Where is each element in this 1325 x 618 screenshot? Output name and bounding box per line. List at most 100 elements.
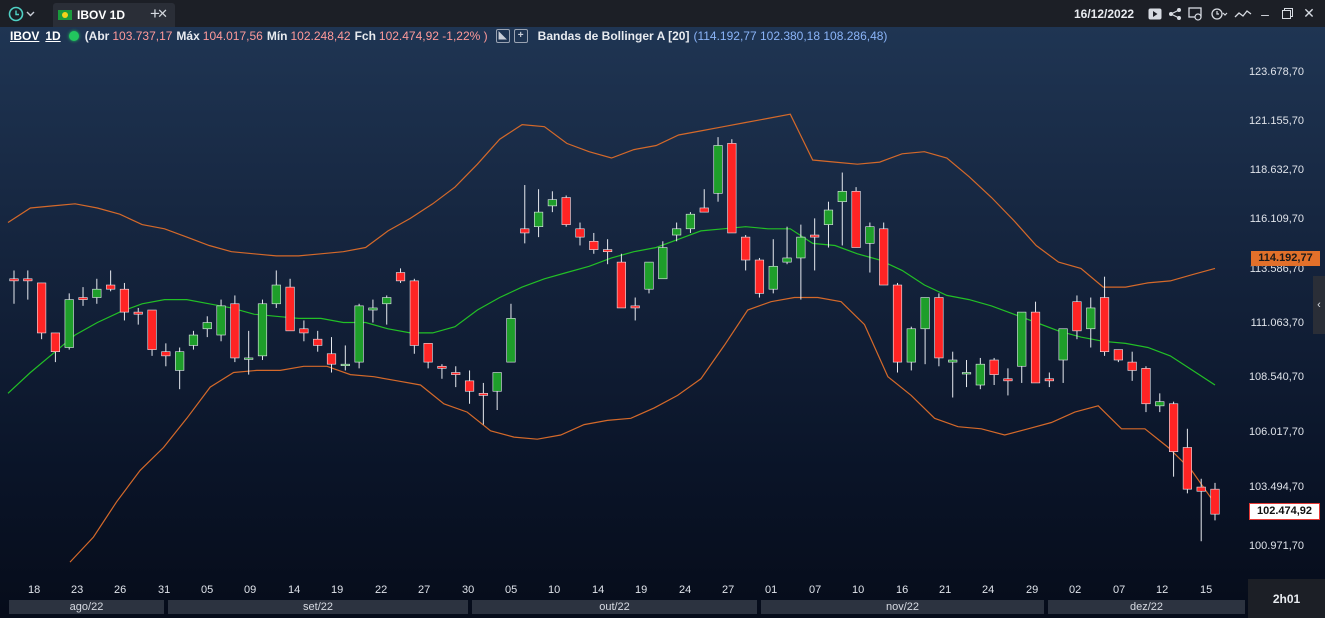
candle[interactable]	[478, 382, 488, 425]
candle[interactable]	[547, 191, 557, 213]
candle[interactable]	[1141, 366, 1151, 413]
candle[interactable]	[796, 224, 806, 300]
candle[interactable]	[1044, 372, 1054, 388]
candle[interactable]	[685, 212, 696, 233]
candle[interactable]	[782, 226, 792, 265]
candle[interactable]	[92, 278, 102, 304]
candle[interactable]	[230, 295, 240, 363]
candle[interactable]	[920, 297, 930, 365]
candle[interactable]	[1058, 328, 1068, 383]
candle[interactable]	[313, 330, 323, 352]
candle[interactable]	[989, 357, 999, 386]
candle[interactable]	[23, 270, 33, 300]
candle[interactable]	[823, 201, 834, 248]
candle[interactable]	[1155, 393, 1165, 413]
candle[interactable]	[492, 372, 502, 411]
candle[interactable]	[1003, 368, 1013, 396]
chevron-left-icon[interactable]: ‹	[1313, 276, 1325, 334]
candle[interactable]	[616, 253, 626, 309]
candle[interactable]	[561, 195, 571, 227]
candle[interactable]	[575, 222, 585, 246]
candle[interactable]	[506, 303, 516, 363]
candle-body-down	[23, 278, 33, 282]
candle-body-up	[658, 247, 668, 280]
candle[interactable]	[340, 345, 350, 371]
candle[interactable]	[161, 343, 171, 367]
candle[interactable]	[382, 295, 392, 325]
candle[interactable]	[271, 270, 281, 308]
candle[interactable]	[630, 297, 640, 321]
candle[interactable]	[175, 347, 185, 390]
candle[interactable]	[741, 235, 751, 271]
candle[interactable]	[147, 309, 157, 356]
candle-body-down	[851, 190, 861, 248]
candle[interactable]	[244, 330, 254, 375]
candle[interactable]	[285, 278, 295, 332]
candle[interactable]	[202, 316, 212, 338]
candle[interactable]	[216, 299, 226, 342]
candle[interactable]	[437, 364, 447, 379]
candle[interactable]	[464, 370, 475, 404]
candle[interactable]	[713, 137, 723, 202]
candle[interactable]	[644, 261, 654, 294]
candle[interactable]	[133, 307, 143, 325]
candle[interactable]	[533, 189, 544, 238]
candle-body-up	[1155, 401, 1165, 407]
candle[interactable]	[961, 360, 972, 388]
candle[interactable]	[892, 282, 903, 373]
candle-body-down	[326, 353, 337, 365]
month-label: set/22	[168, 600, 468, 614]
candle[interactable]	[78, 287, 88, 306]
candle[interactable]	[368, 299, 378, 323]
candle[interactable]	[1099, 276, 1110, 356]
candle[interactable]	[851, 187, 861, 248]
candle-body-down	[879, 228, 889, 286]
candle[interactable]	[1169, 401, 1179, 477]
candle[interactable]	[589, 232, 599, 254]
candle[interactable]	[934, 293, 944, 367]
candle[interactable]	[1182, 428, 1192, 494]
candle[interactable]	[1127, 351, 1137, 381]
candle[interactable]	[409, 278, 419, 354]
candle[interactable]	[1113, 349, 1123, 363]
candle[interactable]	[865, 222, 875, 273]
candle[interactable]	[64, 293, 74, 350]
candle[interactable]	[1072, 295, 1082, 340]
candle-body-up	[368, 307, 378, 311]
candle[interactable]	[520, 185, 530, 244]
candle[interactable]	[754, 257, 765, 298]
candle[interactable]	[423, 343, 433, 369]
candle[interactable]	[354, 303, 364, 369]
candle-body-down	[520, 228, 530, 234]
candle[interactable]	[948, 351, 958, 398]
candle[interactable]	[1210, 482, 1220, 521]
candle[interactable]	[395, 268, 406, 283]
candle[interactable]	[727, 139, 737, 234]
candle[interactable]	[9, 270, 19, 304]
candle-body-up	[782, 257, 792, 263]
candle[interactable]	[119, 282, 130, 321]
candle[interactable]	[1017, 311, 1027, 383]
date-tick: 27	[722, 584, 735, 596]
candle[interactable]	[188, 330, 199, 350]
candle[interactable]	[837, 172, 847, 246]
candle-body-down	[1169, 403, 1179, 452]
candle[interactable]	[658, 241, 668, 280]
candle[interactable]	[699, 189, 709, 213]
candle-body-up	[685, 213, 696, 230]
candle[interactable]	[1030, 301, 1041, 384]
candle[interactable]	[106, 270, 116, 292]
candlestick-plot[interactable]	[0, 0, 1325, 618]
candle[interactable]	[50, 332, 60, 363]
candle[interactable]	[906, 326, 916, 371]
candle[interactable]	[879, 222, 889, 286]
candle[interactable]	[451, 366, 461, 388]
candle-body-down	[106, 284, 116, 290]
candle[interactable]	[975, 357, 985, 390]
candle[interactable]	[37, 282, 47, 340]
candle-body-up	[354, 305, 364, 363]
candle[interactable]	[257, 299, 268, 361]
candle[interactable]	[1196, 478, 1206, 542]
candle[interactable]	[768, 239, 778, 294]
candle[interactable]	[299, 320, 309, 342]
